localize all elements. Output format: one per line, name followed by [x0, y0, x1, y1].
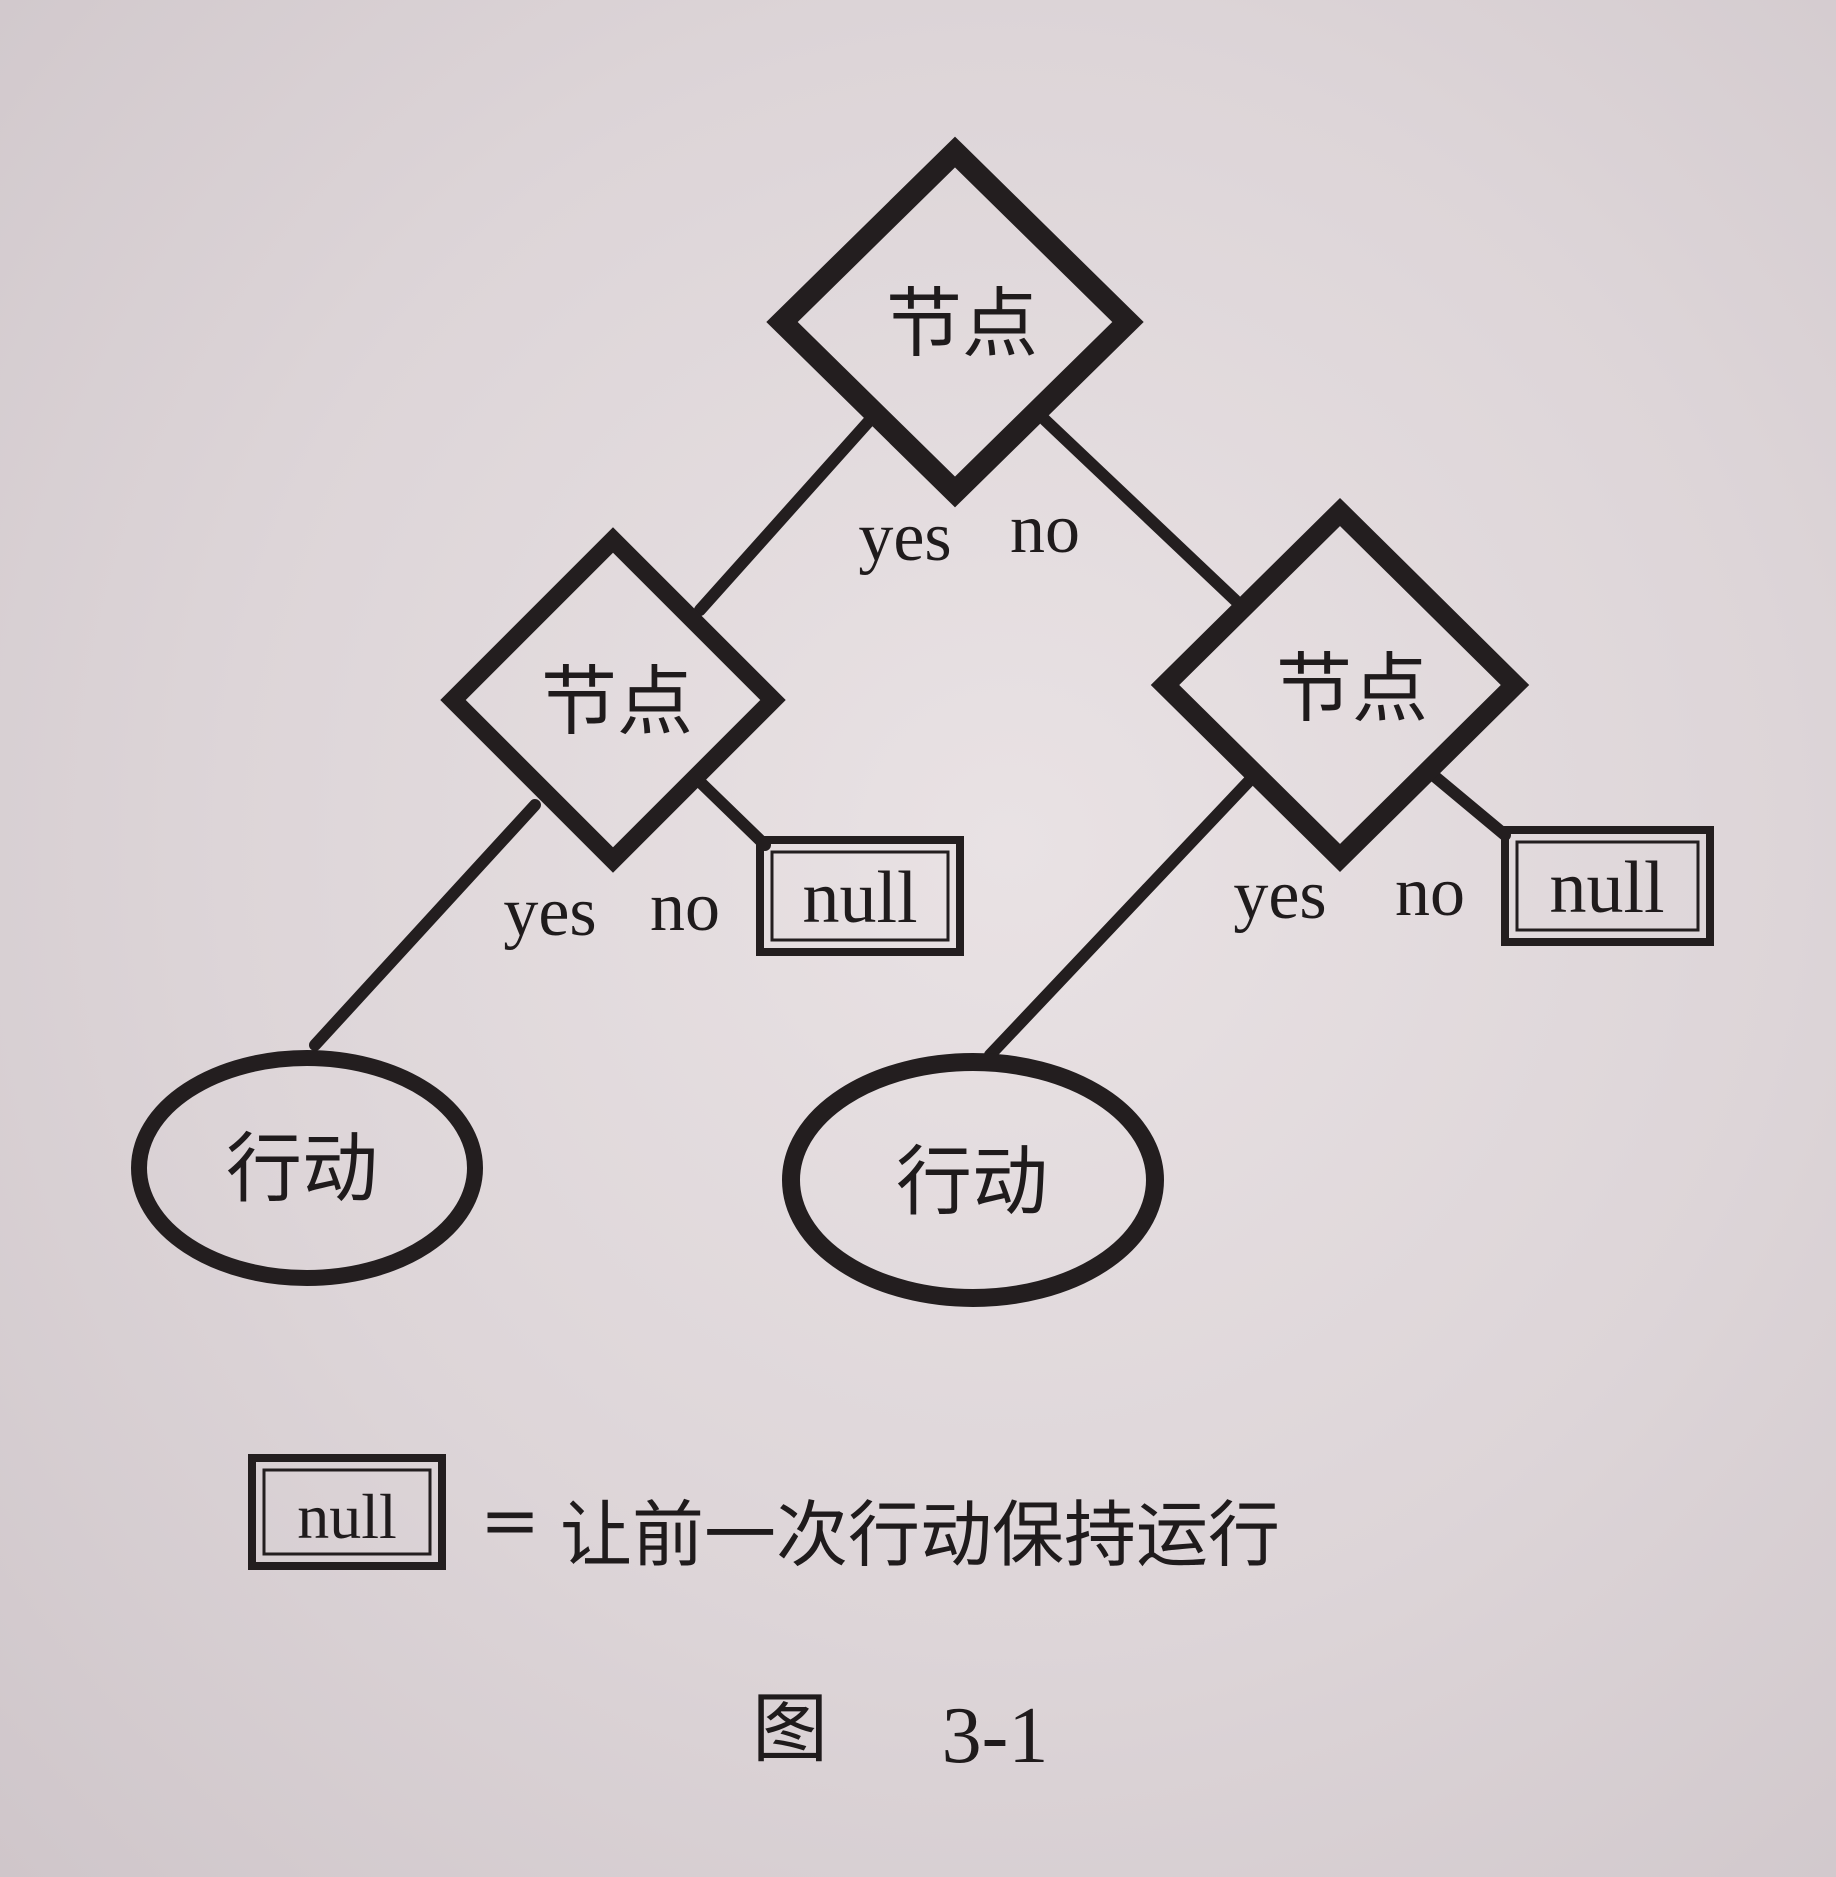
left-no-label: no	[650, 869, 720, 946]
right-null-label: null	[1549, 847, 1664, 929]
right-yes-label: yes	[1233, 857, 1326, 934]
left-action-node: 行动	[131, 1050, 483, 1286]
legend-equals: =	[480, 1478, 540, 1562]
left-yes-label: yes	[503, 874, 596, 951]
legend-null-label: null	[297, 1481, 397, 1552]
caption-number: 3-1	[942, 1692, 1049, 1780]
right-null-box: null	[1501, 826, 1714, 946]
left-node-label: 节点	[541, 657, 693, 746]
edge-left-action	[309, 799, 541, 1051]
edge-root-left	[694, 414, 876, 616]
edge-left-null	[692, 774, 771, 851]
decision-tree-diagram: 节点 yes no 节点 yes no null 节点 yes no null …	[131, 136, 1714, 1780]
right-action-label: 行动	[896, 1137, 1048, 1226]
root-yes-label: yes	[858, 499, 951, 576]
root-decision-node: 节点	[766, 136, 1144, 508]
right-no-label: no	[1395, 854, 1465, 931]
figure-caption: 图 3-1	[752, 1684, 1048, 1780]
edge-right-action	[984, 774, 1256, 1061]
left-null-box: null	[756, 836, 964, 956]
legend-description: 让前一次行动保持运行	[560, 1493, 1280, 1577]
right-action-node: 行动	[782, 1053, 1164, 1307]
left-null-label: null	[802, 857, 917, 939]
left-action-label: 行动	[226, 1124, 378, 1213]
legend: null = 让前一次行动保持运行	[248, 1454, 1280, 1577]
caption-prefix: 图	[752, 1684, 828, 1773]
root-node-label: 节点	[886, 279, 1038, 368]
root-no-label: no	[1010, 491, 1080, 568]
edge-right-null	[1427, 769, 1511, 841]
right-node-label: 节点	[1276, 644, 1428, 733]
